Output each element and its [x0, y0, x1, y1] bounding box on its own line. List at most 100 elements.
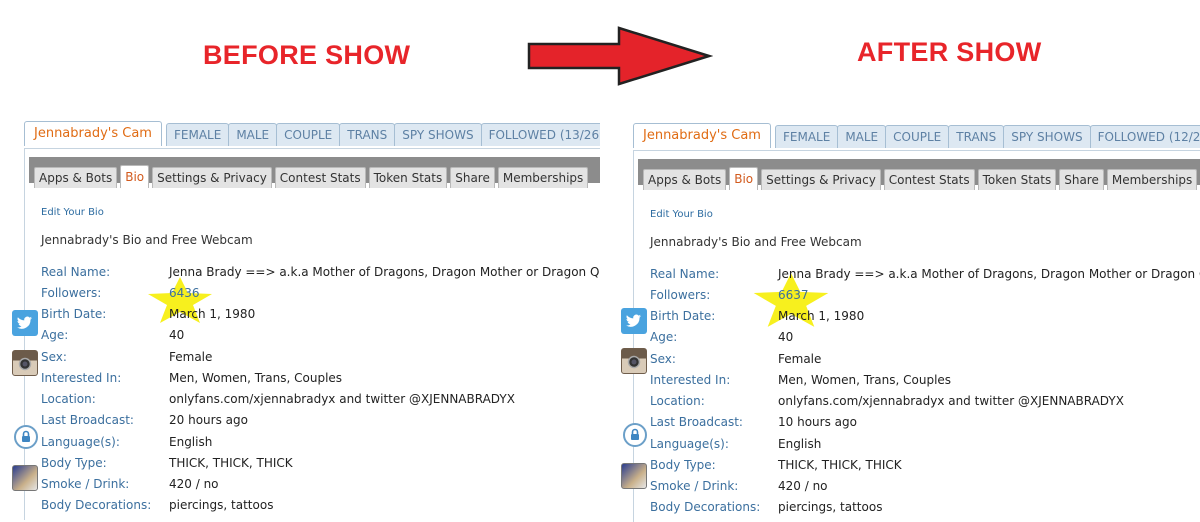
bio-value: THICK, THICK, THICK	[169, 456, 293, 470]
lock-icon[interactable]	[623, 423, 647, 447]
bio-label: Interested In:	[650, 373, 731, 387]
edit-bio-link[interactable]: Edit Your Bio	[41, 207, 104, 218]
subtab-contest-stats[interactable]: Contest Stats	[883, 169, 975, 190]
subtab-settings-privacy[interactable]: Settings & Privacy	[761, 169, 881, 190]
bio-value: Jenna Brady ==> a.k.a Mother of Dragons,…	[169, 265, 600, 279]
bio-label: Body Decorations:	[650, 500, 761, 514]
room-tabs: Jennabrady's Cam FEMALE MALE COUPLE TRANS SPY…	[24, 121, 600, 148]
bio-label: Real Name:	[650, 267, 720, 281]
bio-label: Last Broadcast:	[41, 413, 134, 427]
subtab-settings-privacy[interactable]: Settings & Privacy	[152, 167, 272, 188]
bio-value: THICK, THICK, THICK	[778, 458, 902, 472]
tab-female[interactable]: FEMALE	[165, 123, 230, 146]
room-tabs: Jennabrady's Cam FEMALE MALE COUPLE TRANS SPY…	[633, 123, 1200, 150]
bio-value: 40	[778, 330, 794, 344]
avatar[interactable]	[621, 463, 647, 489]
bio-value: March 1, 1980	[778, 309, 865, 323]
bio-container	[633, 150, 1200, 522]
bio-heading: Jennabrady's Bio and Free Webcam	[650, 235, 862, 249]
avatar[interactable]	[12, 465, 38, 491]
subtabs: Apps & Bots Bio Settings & Privacy Contest …	[643, 167, 1200, 190]
bio-value: 420 / no	[778, 479, 828, 493]
tab-followed[interactable]: FOLLOWED (13/269)	[480, 123, 600, 146]
bio-heading: Jennabrady's Bio and Free Webcam	[41, 233, 253, 247]
bio-value: English	[778, 437, 822, 451]
bio-label: Smoke / Drink:	[650, 479, 739, 493]
bio-label: Followers:	[650, 288, 711, 302]
tab-couple[interactable]: COUPLE	[276, 123, 341, 146]
tab-cam[interactable]: Jennabrady's Cam	[633, 123, 771, 148]
bio-label: Body Decorations:	[41, 498, 152, 512]
bio-label: Birth Date:	[650, 309, 716, 323]
bio-label: Smoke / Drink:	[41, 477, 130, 491]
tab-male[interactable]: MALE	[228, 123, 278, 146]
bio-container	[24, 148, 600, 520]
bio-label: Last Broadcast:	[650, 415, 743, 429]
bio-label: Language(s):	[41, 435, 120, 449]
subtab-contest-stats[interactable]: Contest Stats	[274, 167, 366, 188]
subtab-apps-bots[interactable]: Apps & Bots	[643, 169, 727, 190]
after-show-title: AFTER SHOW	[857, 37, 1042, 67]
followers-count: 6637	[778, 288, 809, 302]
tab-female[interactable]: FEMALE	[774, 125, 839, 148]
before-profile-panel: Jennabrady's Cam FEMALE MALE COUPLE TRANS SPY…	[0, 120, 600, 520]
tab-followed-label: FOLLOWED (13/269)	[488, 128, 600, 142]
bio-value: 10 hours ago	[778, 415, 857, 429]
right-arrow-icon	[527, 26, 713, 86]
bio-label: Followers:	[41, 286, 102, 300]
subtab-memberships[interactable]: Memberships	[497, 167, 589, 188]
twitter-icon[interactable]	[12, 310, 38, 336]
bio-label: Body Type:	[650, 458, 716, 472]
bio-label: Real Name:	[41, 265, 111, 279]
bio-label: Sex:	[650, 352, 676, 366]
bio-label: Age:	[650, 330, 678, 344]
bio-value: Jenna Brady ==> a.k.a Mother of Dragons,…	[778, 267, 1200, 281]
instagram-icon[interactable]	[12, 350, 38, 376]
bio-label: Birth Date:	[41, 307, 107, 321]
lock-icon[interactable]	[14, 425, 38, 449]
subtab-bio[interactable]: Bio	[120, 165, 150, 188]
subtab-token-stats[interactable]: Token Stats	[977, 169, 1057, 190]
bio-value: March 1, 1980	[169, 307, 256, 321]
bio-value: 20 hours ago	[169, 413, 248, 427]
bio-value: English	[169, 435, 213, 449]
bio-label: Body Type:	[41, 456, 107, 470]
tab-cam[interactable]: Jennabrady's Cam	[24, 121, 162, 146]
bio-value: Female	[169, 350, 213, 364]
bio-value: Men, Women, Trans, Couples	[169, 371, 343, 385]
bio-label: Language(s):	[650, 437, 729, 451]
bio-value: Female	[778, 352, 822, 366]
bio-label: Location:	[650, 394, 705, 408]
bio-label: Interested In:	[41, 371, 122, 385]
bio-value: 420 / no	[169, 477, 219, 491]
tab-spy-shows[interactable]: SPY SHOWS	[1003, 125, 1091, 148]
bio-label: Location:	[41, 392, 96, 406]
subtab-apps-bots[interactable]: Apps & Bots	[34, 167, 118, 188]
tab-trans[interactable]: TRANS	[948, 125, 1005, 148]
before-show-title: BEFORE SHOW	[203, 40, 411, 70]
tab-male[interactable]: MALE	[837, 125, 887, 148]
subtabs: Apps & Bots Bio Settings & Privacy Contest …	[34, 165, 591, 188]
edit-bio-link[interactable]: Edit Your Bio	[650, 209, 713, 220]
subtab-share[interactable]: Share	[450, 167, 495, 188]
tab-followed[interactable]: FOLLOWED (12/270)	[1089, 125, 1200, 148]
twitter-icon[interactable]	[621, 308, 647, 334]
tab-spy-shows[interactable]: SPY SHOWS	[394, 123, 482, 146]
bio-label: Sex:	[41, 350, 67, 364]
tab-trans[interactable]: TRANS	[339, 123, 396, 146]
bio-value: piercings, tattoos	[169, 498, 274, 512]
bio-value: onlyfans.com/xjennabradyx and twitter @X…	[169, 392, 515, 406]
subtab-token-stats[interactable]: Token Stats	[368, 167, 448, 188]
subtab-bio[interactable]: Bio	[729, 167, 759, 190]
subtab-share[interactable]: Share	[1059, 169, 1104, 190]
bio-value: Men, Women, Trans, Couples	[778, 373, 952, 387]
bio-value: piercings, tattoos	[778, 500, 883, 514]
after-profile-panel: Jennabrady's Cam FEMALE MALE COUPLE TRANS SPY…	[609, 122, 1200, 522]
instagram-icon[interactable]	[621, 348, 647, 374]
bio-value: onlyfans.com/xjennabradyx and twitter @X…	[778, 394, 1124, 408]
tab-couple[interactable]: COUPLE	[885, 125, 950, 148]
followers-count: 6436	[169, 286, 200, 300]
bio-value: 40	[169, 328, 185, 342]
subtab-memberships[interactable]: Memberships	[1106, 169, 1198, 190]
bio-label: Age:	[41, 328, 69, 342]
